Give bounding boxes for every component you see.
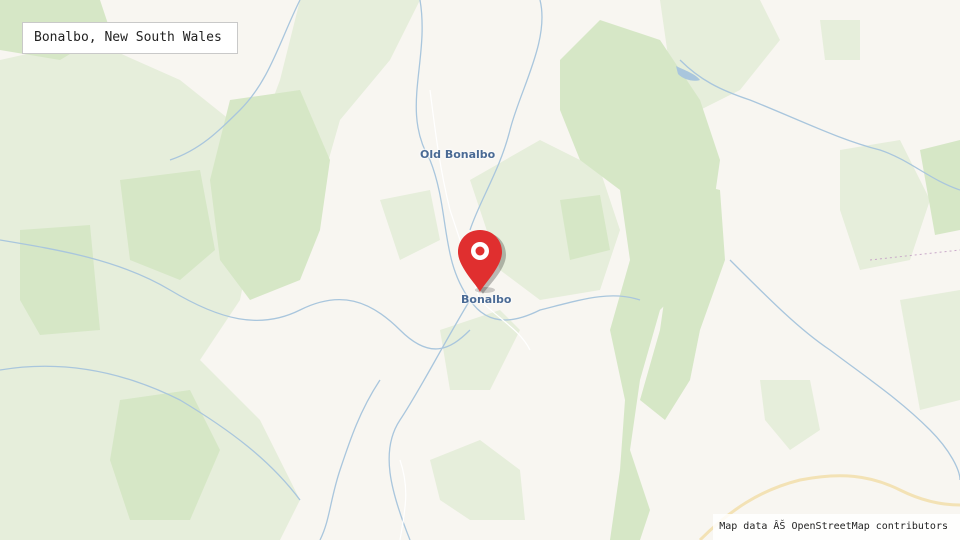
map-pin-icon[interactable]: [455, 228, 507, 298]
place-label-old-bonalbo[interactable]: Old Bonalbo: [420, 148, 495, 161]
map-title: Bonalbo, New South Wales: [22, 22, 238, 54]
place-label-bonalbo[interactable]: Bonalbo: [461, 293, 511, 306]
map-canvas[interactable]: Bonalbo, New South Wales Old Bonalbo Bon…: [0, 0, 960, 540]
map-attribution: Map data ÂŠ OpenStreetMap contributors: [713, 514, 960, 540]
